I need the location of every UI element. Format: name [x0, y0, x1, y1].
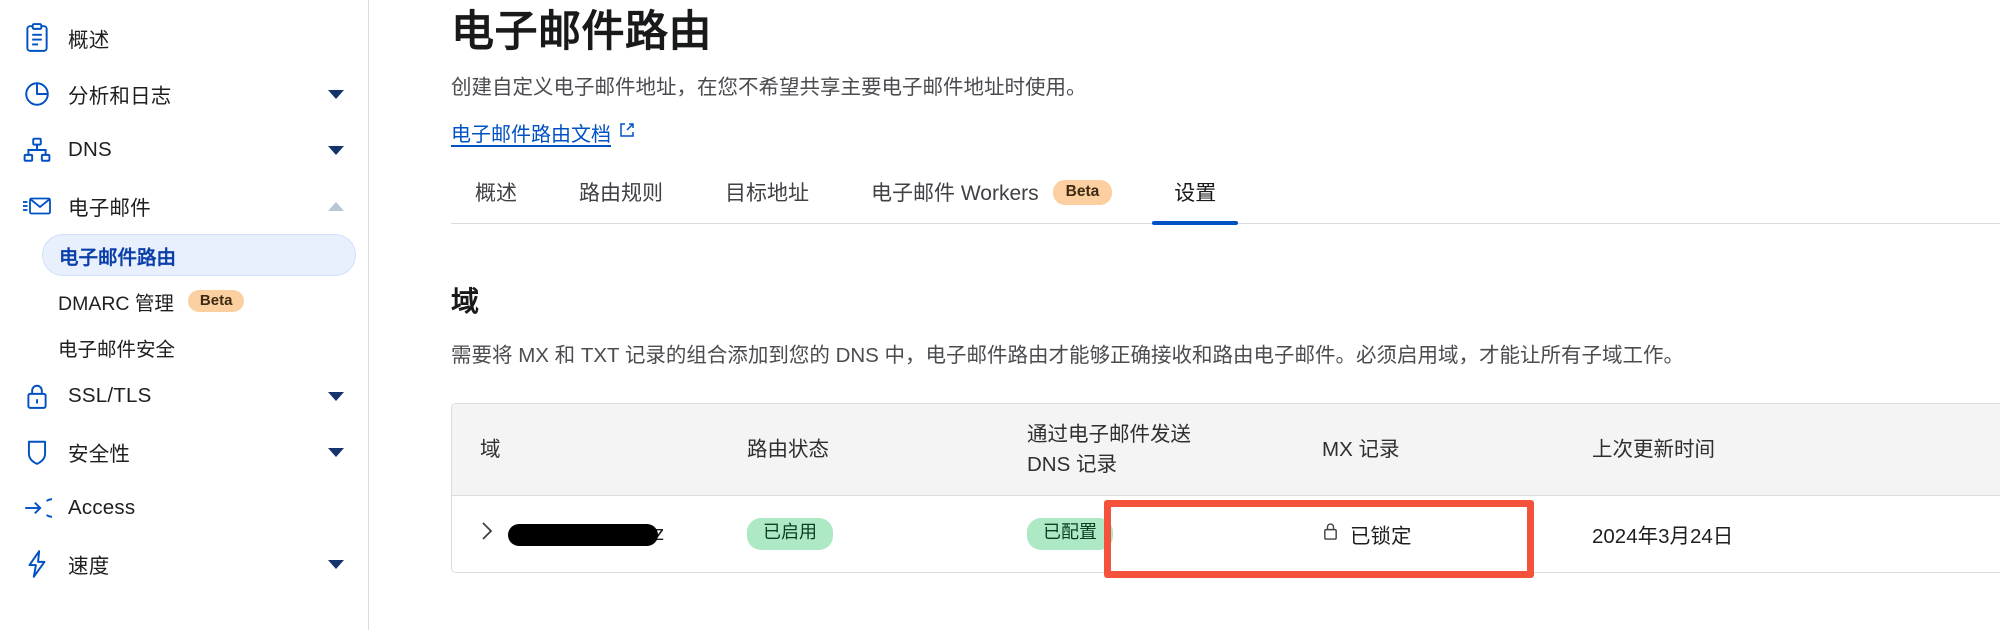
tab-routing-rules[interactable]: 路由规则	[557, 177, 685, 223]
documentation-link-label: 电子邮件路由文档	[451, 124, 611, 147]
status-badge-enabled: 已启用	[747, 518, 833, 551]
redaction-bar	[508, 524, 658, 547]
sidebar-item-label: 速度	[68, 555, 110, 578]
section-description: 需要将 MX 和 TXT 记录的组合添加到您的 DNS 中，电子邮件路由才能够正…	[451, 344, 1685, 368]
sidebar-item-dns[interactable]: DNS	[0, 122, 368, 178]
sidebar-item-overview[interactable]: 概述	[0, 10, 368, 66]
sidebar-item-access[interactable]: Access	[0, 480, 368, 536]
sidebar-item-label: Access	[68, 496, 136, 519]
external-link-icon	[619, 121, 635, 144]
chevron-down-icon[interactable]	[328, 145, 344, 155]
sidebar-item-analytics[interactable]: 分析和日志	[0, 66, 368, 122]
sidebar-subitem-label: 电子邮件安全	[58, 338, 176, 361]
beta-badge: Beta	[1052, 180, 1113, 205]
app-root: 概述 分析和日志 DNS 电子邮件 电子邮件路由 DMARC 管理 Beta 电…	[0, 0, 2000, 630]
chevron-down-icon[interactable]	[328, 559, 344, 569]
expand-row-chevron-right-icon[interactable]	[480, 520, 494, 548]
lock-icon	[20, 379, 54, 413]
clipboard-icon	[20, 21, 54, 55]
lock-icon	[1322, 521, 1339, 548]
cell-mx-records: 已锁定	[1322, 519, 1592, 549]
sidebar-item-label: 分析和日志	[68, 85, 172, 108]
tab-label: 设置	[1174, 182, 1217, 206]
page-title: 电子邮件路由	[451, 8, 712, 56]
domains-table: 域 路由状态 通过电子邮件发送 DNS 记录 MX 记录 上次更新时间 z 已启…	[451, 403, 2000, 574]
cell-last-updated: 2024年3月24日	[1592, 525, 1734, 549]
page-subtitle: 创建自定义电子邮件地址，在您不希望共享主要电子邮件地址时使用。	[451, 75, 1087, 99]
access-arrow-icon	[20, 491, 54, 525]
cell-domain: z	[452, 520, 747, 548]
chevron-up-icon[interactable]	[328, 201, 344, 211]
tab-label: 概述	[475, 182, 517, 206]
sidebar-subitem-email-security[interactable]: 电子邮件安全	[42, 326, 356, 368]
chevron-down-icon[interactable]	[328, 447, 344, 457]
section-title: 域	[451, 286, 480, 318]
tab-label: 目标地址	[725, 182, 809, 206]
status-badge-configured: 已配置	[1027, 518, 1113, 551]
documentation-link[interactable]: 电子邮件路由文档	[451, 118, 635, 147]
column-header-dns-line2: DNS 记录	[1027, 452, 1117, 476]
shield-icon	[20, 435, 54, 469]
tab-email-workers[interactable]: 电子邮件 Workers Beta	[849, 177, 1134, 223]
column-header-last-updated: 上次更新时间	[1592, 437, 1715, 461]
chevron-down-icon[interactable]	[328, 391, 344, 401]
redacted-domain-name: z	[508, 522, 664, 547]
main-content: 电子邮件路由 创建自定义电子邮件地址，在您不希望共享主要电子邮件地址时使用。 电…	[369, 0, 2000, 630]
tab-overview[interactable]: 概述	[453, 177, 539, 223]
envelope-icon	[20, 189, 54, 223]
column-header-mx-records: MX 记录	[1322, 437, 1400, 461]
tab-bar: 概述 路由规则 目标地址 电子邮件 Workers Beta 设置	[451, 177, 2000, 226]
sidebar-item-label: 安全性	[68, 443, 131, 466]
sidebar-subitem-dmarc[interactable]: DMARC 管理 Beta	[42, 280, 356, 322]
bolt-icon	[20, 547, 54, 581]
sidebar-subitem-email-routing[interactable]: 电子邮件路由	[42, 234, 356, 276]
sidebar-item-label: 概述	[68, 29, 110, 52]
sidebar-item-security[interactable]: 安全性	[0, 424, 368, 480]
dns-sitemap-icon	[20, 133, 54, 167]
tab-destination-addresses[interactable]: 目标地址	[703, 177, 831, 223]
sidebar-item-email[interactable]: 电子邮件	[0, 178, 368, 234]
sidebar-item-ssl-tls[interactable]: SSL/TLS	[0, 368, 368, 424]
table-header-row: 域 路由状态 通过电子邮件发送 DNS 记录 MX 记录 上次更新时间	[452, 404, 2000, 497]
column-header-domain: 域	[480, 437, 501, 461]
column-header-dns-records: 通过电子邮件发送 DNS 记录	[1027, 420, 1322, 479]
sidebar-item-label: DNS	[68, 138, 112, 161]
sidebar-item-speed[interactable]: 速度	[0, 536, 368, 592]
sidebar-item-label: 电子邮件	[68, 197, 151, 220]
sidebar-subitem-label: 电子邮件路由	[59, 246, 177, 269]
cell-dns-records: 已配置	[1027, 518, 1322, 551]
tab-label: 路由规则	[579, 182, 663, 206]
table-row: z 已启用 已配置 已锁定 2024年3月24日	[452, 496, 2000, 573]
sidebar: 概述 分析和日志 DNS 电子邮件 电子邮件路由 DMARC 管理 Beta 电…	[0, 0, 369, 630]
column-header-dns-line1: 通过电子邮件发送	[1027, 422, 1191, 446]
sidebar-item-label: SSL/TLS	[68, 384, 152, 407]
tab-label: 电子邮件 Workers	[871, 182, 1039, 206]
analytics-pie-icon	[20, 77, 54, 111]
column-header-routing-status: 路由状态	[747, 437, 829, 461]
cell-routing-status: 已启用	[747, 518, 1027, 551]
sidebar-subitem-label: DMARC 管理	[58, 292, 174, 315]
chevron-down-icon[interactable]	[328, 89, 344, 99]
beta-badge: Beta	[187, 290, 245, 312]
mx-status-label: 已锁定	[1350, 525, 1412, 549]
tab-settings[interactable]: 设置	[1152, 177, 1239, 226]
